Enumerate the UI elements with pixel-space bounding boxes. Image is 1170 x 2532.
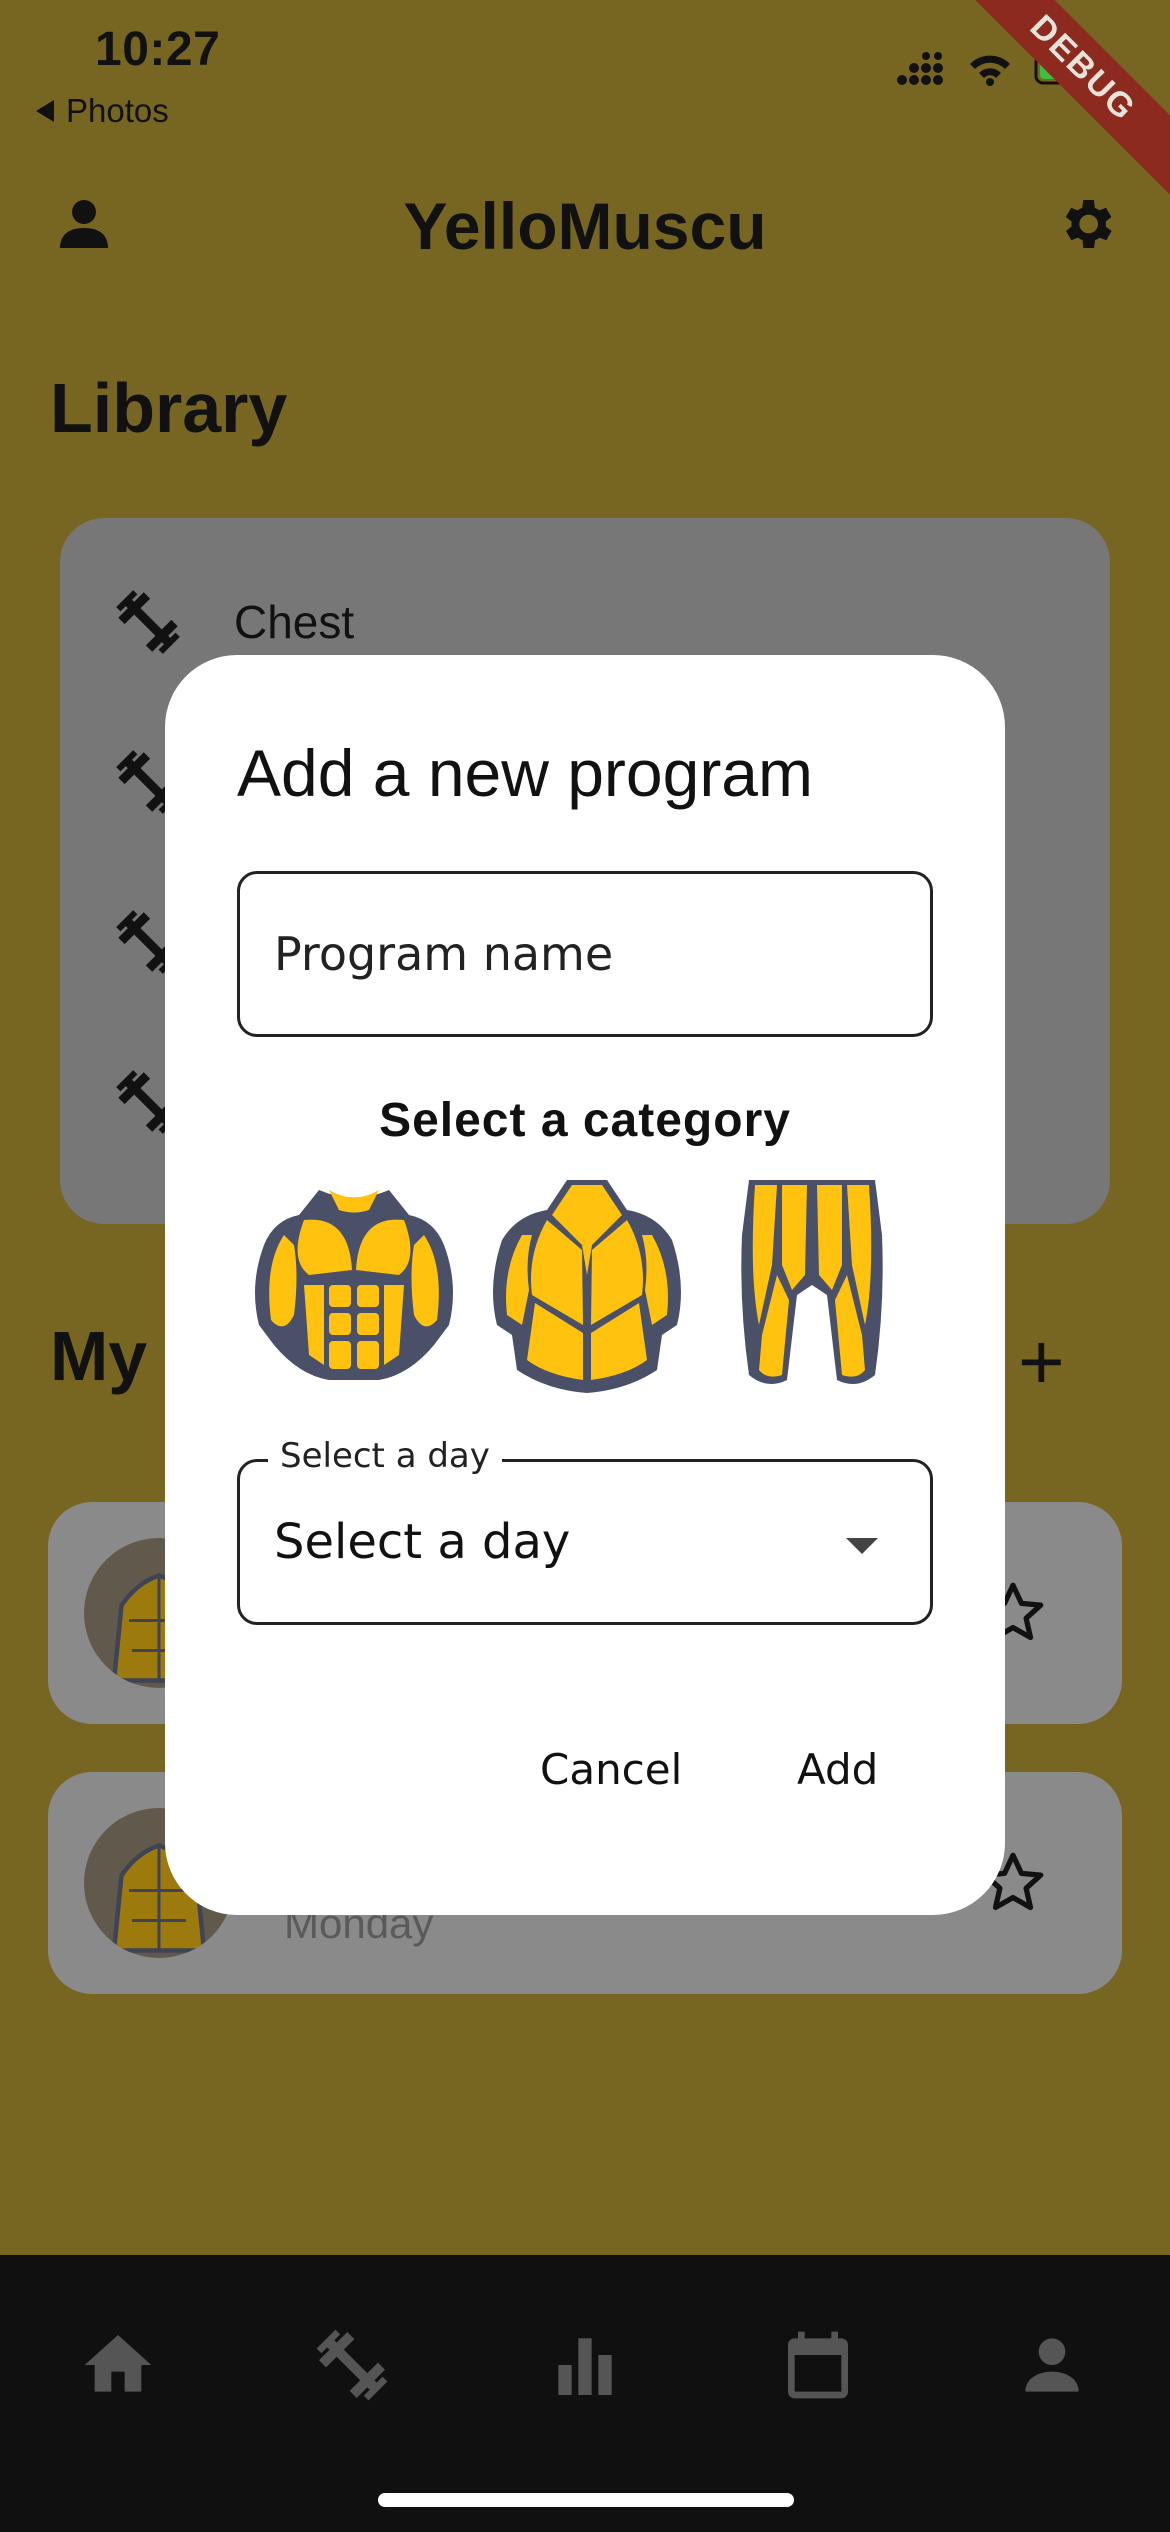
- programs-title: My: [50, 1317, 148, 1395]
- dialog-title: Add a new program: [237, 736, 813, 810]
- dropdown-arrow-icon: [846, 1538, 878, 1554]
- cancel-button[interactable]: Cancel: [540, 1745, 682, 1794]
- wifi-icon: [970, 55, 1010, 86]
- back-muscle-icon[interactable]: [487, 1175, 687, 1395]
- bottom-navigation: [0, 2255, 1170, 2532]
- legs-muscle-icon[interactable]: [737, 1175, 887, 1395]
- app-title: YelloMuscu: [403, 189, 767, 263]
- day-select-value: Select a day: [274, 1514, 571, 1570]
- program-name-input[interactable]: [274, 874, 894, 1034]
- chart-icon[interactable]: [545, 2325, 625, 2405]
- library-title: Library: [50, 369, 288, 447]
- add-program-button[interactable]: +: [1018, 1322, 1065, 1402]
- app-screen: 10:27 Photos DEBUG YelloMuscu Library Ch…: [0, 0, 1170, 2532]
- day-select-label: Select a day: [268, 1436, 502, 1476]
- chest-muscle-icon[interactable]: [249, 1175, 459, 1395]
- add-program-dialog: Add a new program Select a category: [165, 655, 1005, 1915]
- library-item-label: Chest: [234, 596, 355, 648]
- back-to-photos-link[interactable]: Photos: [36, 92, 169, 130]
- library-item-chest[interactable]: Chest: [112, 582, 354, 662]
- day-select[interactable]: Select a day Select a day: [237, 1436, 933, 1625]
- home-indicator[interactable]: [378, 2493, 794, 2507]
- program-name-field[interactable]: [237, 871, 933, 1037]
- settings-gear-icon[interactable]: [1054, 192, 1118, 256]
- status-time: 10:27: [95, 23, 221, 76]
- dumbbell-icon: [116, 590, 180, 654]
- person-icon[interactable]: [1012, 2325, 1092, 2405]
- dumbbell-icon[interactable]: [312, 2325, 392, 2405]
- home-icon[interactable]: [78, 2325, 158, 2405]
- calendar-icon[interactable]: [778, 2325, 858, 2405]
- back-label: Photos: [66, 92, 169, 129]
- debug-banner: DEBUG: [946, 0, 1170, 205]
- signal-icon: [897, 52, 943, 85]
- back-arrow-icon: [36, 100, 54, 122]
- add-button[interactable]: Add: [797, 1745, 878, 1794]
- category-label: Select a category: [379, 1094, 791, 1147]
